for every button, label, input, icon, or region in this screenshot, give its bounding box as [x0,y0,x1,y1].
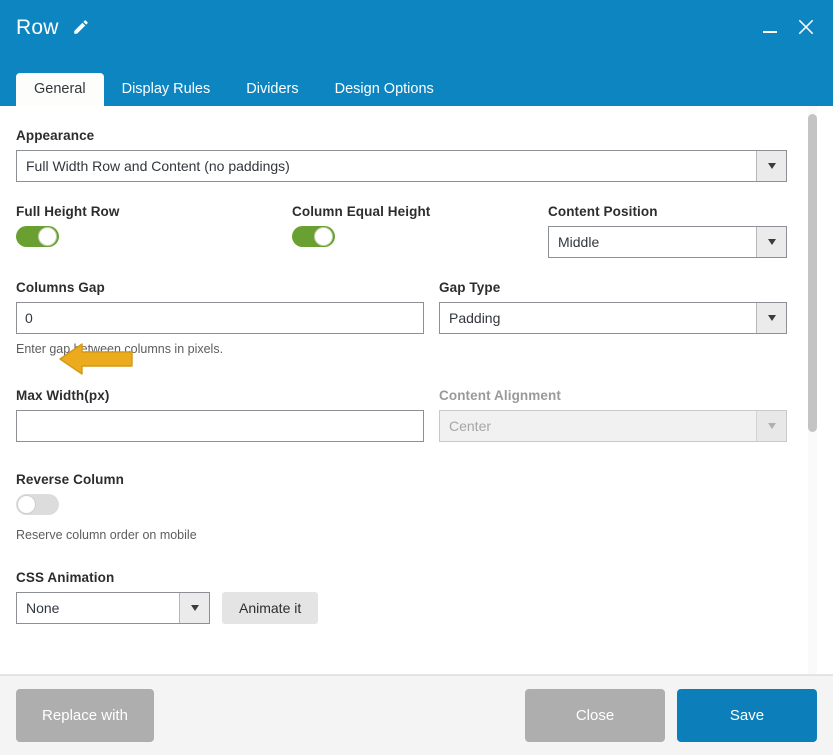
window-controls [757,13,819,41]
css-animation-value: None [26,600,60,616]
column-equal-height-label: Column Equal Height [292,204,431,219]
reverse-column-toggle[interactable] [16,494,59,515]
css-animation-label: CSS Animation [16,570,115,585]
chevron-down-icon[interactable] [756,151,786,181]
tab-display-rules[interactable]: Display Rules [104,73,229,106]
gap-type-select[interactable]: Padding [439,302,787,334]
gap-type-label: Gap Type [439,280,501,295]
scrollbar-track[interactable] [808,106,817,674]
chevron-down-icon[interactable] [756,227,786,257]
columns-gap-help: Enter gap between columns in pixels. [16,342,224,356]
content-position-label: Content Position [548,204,658,219]
full-height-row-label: Full Height Row [16,204,120,219]
content-position-value: Middle [558,234,600,250]
content-alignment-label: Content Alignment [439,388,561,403]
content-position-select[interactable]: Middle [548,226,787,258]
close-button[interactable]: Close [525,689,665,742]
content-alignment-select: Center [439,410,787,442]
field-appearance: Appearance Full Width Row and Content (n… [16,128,787,182]
field-reverse-column: Reverse Column Reserve column order on m… [16,472,787,542]
tab-dividers[interactable]: Dividers [228,73,316,106]
column-equal-height-toggle[interactable] [292,226,335,247]
chevron-down-icon[interactable] [179,593,209,623]
field-css-animation: CSS Animation None Animate it [16,570,787,624]
full-height-row-toggle[interactable] [16,226,59,247]
field-columns-gap: Columns Gap Enter gap between columns in… [16,280,424,356]
field-full-height-row: Full Height Row [16,204,292,258]
max-width-input[interactable] [16,410,424,442]
content-alignment-value: Center [449,418,492,434]
minimize-icon[interactable] [757,13,783,41]
width-alignment-row: Max Width(px) Content Alignment Center [16,388,787,442]
save-button[interactable]: Save [677,689,817,742]
columns-gap-label: Columns Gap [16,280,105,295]
modal-footer: Replace with Close Save [0,675,833,755]
css-animation-select[interactable]: None [16,592,210,624]
close-icon[interactable] [793,13,819,41]
scrollbar-thumb[interactable] [808,114,817,432]
replace-with-button[interactable]: Replace with [16,689,154,742]
reverse-column-help: Reserve column order on mobile [16,528,197,542]
field-gap-type: Gap Type Padding [439,280,787,356]
tab-bar: General Display Rules Dividers Design Op… [0,68,833,106]
page-title: Row [16,16,90,42]
tab-design-options[interactable]: Design Options [317,73,452,106]
field-content-position: Content Position Middle [548,204,787,258]
field-column-equal-height: Column Equal Height [292,204,548,258]
max-width-label: Max Width(px) [16,388,110,403]
modal-title-text: Row [16,16,59,39]
pencil-icon[interactable] [72,18,90,42]
settings-panel: Appearance Full Width Row and Content (n… [0,106,833,675]
animate-it-button[interactable]: Animate it [222,592,319,624]
modal-header: Row [0,0,833,68]
appearance-select[interactable]: Full Width Row and Content (no paddings) [16,150,787,182]
field-max-width: Max Width(px) [16,388,424,442]
chevron-down-icon[interactable] [756,303,786,333]
appearance-label: Appearance [16,128,95,143]
chevron-down-icon [756,411,786,441]
toggles-row: Full Height Row Column Equal Height Cont… [16,204,787,258]
columns-gap-input[interactable] [16,302,424,334]
gap-row: Columns Gap Enter gap between columns in… [16,280,787,356]
reverse-column-label: Reverse Column [16,472,124,487]
appearance-value: Full Width Row and Content (no paddings) [26,158,290,174]
gap-type-value: Padding [449,310,501,326]
field-content-alignment: Content Alignment Center [439,388,787,442]
row-settings-modal: Row General Display Rules Dividers Desig… [0,0,833,755]
tab-general[interactable]: General [16,73,104,106]
